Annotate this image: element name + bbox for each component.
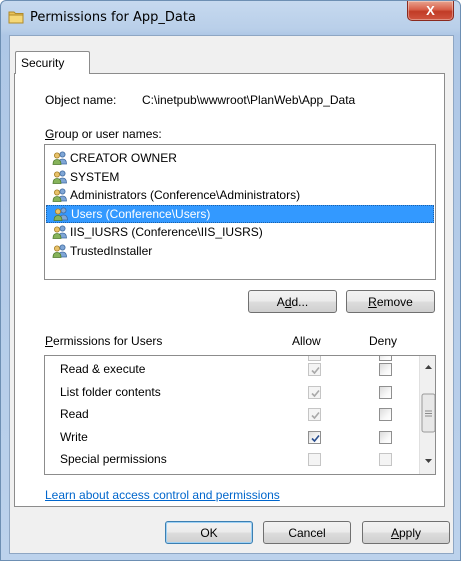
allow-checkbox[interactable]: [308, 408, 321, 421]
learn-more-link[interactable]: Learn about access control and permissio…: [45, 488, 280, 502]
user-group-icon: [52, 170, 68, 184]
allow-checkbox[interactable]: [308, 430, 321, 444]
user-group-icon: [52, 225, 68, 239]
user-list-item-label: CREATOR OWNER: [70, 151, 177, 165]
permissions-label-text: ermissions for Users: [53, 334, 163, 348]
object-name-value: C:\inetpub\wwwroot\PlanWeb\App_Data: [142, 93, 356, 107]
cancel-button-label: Cancel: [288, 525, 326, 540]
permission-row-label: Read: [60, 407, 89, 421]
permissions-scrollbar[interactable]: [419, 356, 435, 474]
permissions-label: Permissions for Users: [45, 334, 163, 348]
user-list-item[interactable]: IIS_IUSRS (Conference\IIS_IUSRS): [46, 223, 434, 241]
allow-checkbox[interactable]: [308, 385, 321, 399]
apply-button-label: Apply: [390, 525, 422, 540]
deny-checkbox[interactable]: [379, 430, 392, 444]
permission-row-label: Write: [60, 429, 88, 444]
title-bar[interactable]: Permissions for App_Data X: [1, 1, 460, 35]
add-button-label: Add...: [276, 294, 309, 309]
deny-checkbox[interactable]: [379, 385, 392, 399]
folder-icon: [8, 10, 24, 24]
allow-checkbox[interactable]: [308, 453, 321, 466]
deny-checkbox[interactable]: [379, 363, 392, 376]
user-list-item[interactable]: Users (Conference\Users): [46, 204, 434, 223]
group-user-list[interactable]: CREATOR OWNER SYSTEM Administrators (Confe…: [44, 144, 436, 280]
user-group-icon: [52, 151, 68, 165]
object-name-label: Object name:: [45, 93, 117, 107]
user-list-item-label: Users (Conference\Users): [71, 206, 211, 221]
user-group-icon: [52, 188, 68, 202]
remove-button-label: Remove: [368, 294, 413, 309]
user-list-item-label: Administrators (Conference\Administrator…: [70, 188, 301, 202]
user-list-item-label: SYSTEM: [70, 169, 120, 184]
ok-button-label: OK: [200, 525, 218, 540]
apply-button[interactable]: Apply: [362, 521, 450, 544]
deny-column-header: Deny: [369, 334, 398, 348]
user-group-icon: [53, 207, 69, 221]
deny-checkbox[interactable]: [379, 408, 392, 421]
allow-checkbox-partial: [308, 356, 321, 361]
scroll-up-arrow-icon: [425, 365, 432, 369]
user-list-item-label: TrustedInstaller: [70, 243, 153, 258]
window-title: Permissions for App_Data: [30, 10, 196, 25]
tab-security-label: Security: [21, 56, 65, 70]
deny-checkbox-partial: [379, 356, 392, 361]
permission-row-label: Read & execute: [60, 362, 146, 376]
permission-row-label: Special permissions: [60, 452, 167, 466]
allow-column-header: Allow: [292, 334, 321, 348]
scrollbar-graphics: [421, 365, 435, 463]
group-list-label: Group or user names:: [45, 127, 162, 141]
permissions-list[interactable]: Read & execute List folder contents Read Wr…: [44, 355, 436, 475]
scroll-down-arrow-icon: [425, 459, 432, 463]
user-list-item[interactable]: SYSTEM: [46, 168, 434, 186]
user-group-icon: [52, 244, 68, 258]
user-list-item[interactable]: CREATOR OWNER: [46, 149, 434, 167]
permission-row-label: List folder contents: [60, 384, 161, 399]
user-list-item[interactable]: TrustedInstaller: [46, 242, 434, 260]
close-icon: X: [426, 3, 435, 18]
group-list-label-text: roup or user names:: [54, 127, 162, 141]
user-list-item[interactable]: Administrators (Conference\Administrator…: [46, 186, 434, 204]
remove-button[interactable]: Remove: [346, 290, 435, 313]
close-button[interactable]: X: [407, 1, 454, 21]
allow-checkbox[interactable]: [308, 363, 321, 376]
deny-checkbox[interactable]: [379, 453, 392, 466]
user-list-item-label: IIS_IUSRS (Conference\IIS_IUSRS): [70, 225, 263, 239]
ok-button[interactable]: OK: [165, 521, 253, 544]
cancel-button[interactable]: Cancel: [263, 521, 351, 544]
tab-security[interactable]: Security: [15, 51, 90, 74]
add-button[interactable]: Add...: [248, 290, 337, 313]
